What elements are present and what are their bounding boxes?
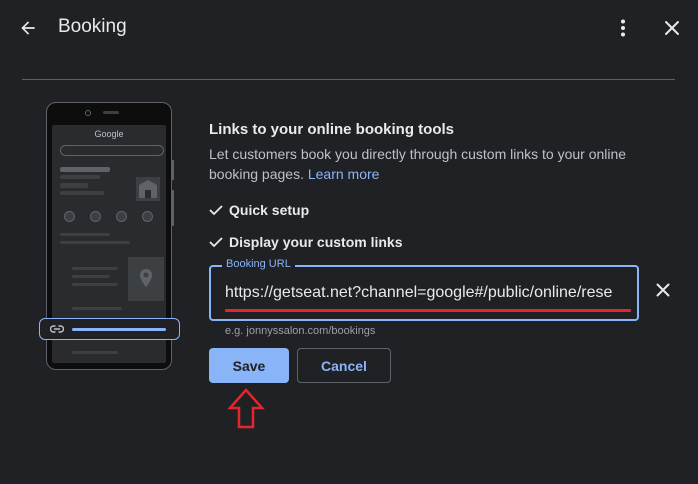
booking-url-label: Booking URL: [222, 258, 295, 270]
close-button[interactable]: [658, 14, 686, 42]
red-annotation-arrow-icon: [227, 388, 265, 429]
check-item-label: Display your custom links: [229, 234, 403, 250]
phone-action-icon: [64, 211, 75, 222]
booking-url-helper: e.g. jonnyssalon.com/bookings: [225, 325, 376, 337]
phone-line: [60, 233, 110, 236]
phone-speaker: [103, 111, 119, 114]
description-text: Let customers book you directly through …: [209, 146, 627, 182]
clear-url-button[interactable]: [652, 279, 674, 301]
check-item-quick-setup: Quick setup: [209, 200, 309, 220]
phone-line: [72, 275, 110, 278]
save-button[interactable]: Save: [209, 348, 289, 383]
close-icon: [665, 21, 679, 35]
link-highlight-pill: [39, 318, 180, 340]
map-icon: [128, 257, 164, 301]
link-icon: [50, 325, 64, 333]
phone-line: [60, 241, 130, 244]
checkmark-icon: [209, 237, 223, 248]
header-divider: [22, 79, 675, 80]
phone-line: [72, 307, 122, 310]
booking-url-field: Booking URL: [209, 258, 639, 321]
dialog-header: Booking: [0, 0, 698, 56]
checkmark-icon: [209, 205, 223, 216]
phone-line: [72, 267, 118, 270]
more-options-button[interactable]: [610, 14, 636, 42]
close-icon: [656, 283, 670, 297]
check-item-display-links: Display your custom links: [209, 232, 403, 252]
arrow-back-icon: [21, 21, 35, 35]
learn-more-link[interactable]: Learn more: [308, 166, 380, 182]
phone-line: [72, 351, 118, 354]
section-description: Let customers book you directly through …: [209, 144, 649, 184]
phone-action-icon: [142, 211, 153, 222]
cancel-button[interactable]: Cancel: [297, 348, 391, 383]
phone-side-button: [171, 190, 174, 226]
phone-side-button: [171, 160, 174, 180]
phone-line: [60, 167, 110, 172]
phone-line: [72, 283, 118, 286]
phone-rating: [60, 183, 88, 188]
booking-url-input[interactable]: [225, 279, 623, 307]
phone-line: [60, 191, 104, 195]
back-button[interactable]: [14, 14, 42, 42]
phone-search-bar: [60, 145, 164, 156]
phone-action-icon: [116, 211, 127, 222]
phone-camera: [85, 110, 91, 116]
page-title: Booking: [58, 16, 127, 37]
more-vert-icon: [621, 19, 625, 37]
phone-line: [60, 175, 100, 179]
phone-action-icon: [90, 211, 101, 222]
store-icon: [136, 177, 160, 201]
section-heading: Links to your online booking tools: [209, 121, 454, 138]
check-item-label: Quick setup: [229, 202, 310, 218]
link-line: [72, 328, 166, 331]
red-annotation-underline: [225, 309, 631, 312]
google-logo: Google: [94, 129, 124, 139]
